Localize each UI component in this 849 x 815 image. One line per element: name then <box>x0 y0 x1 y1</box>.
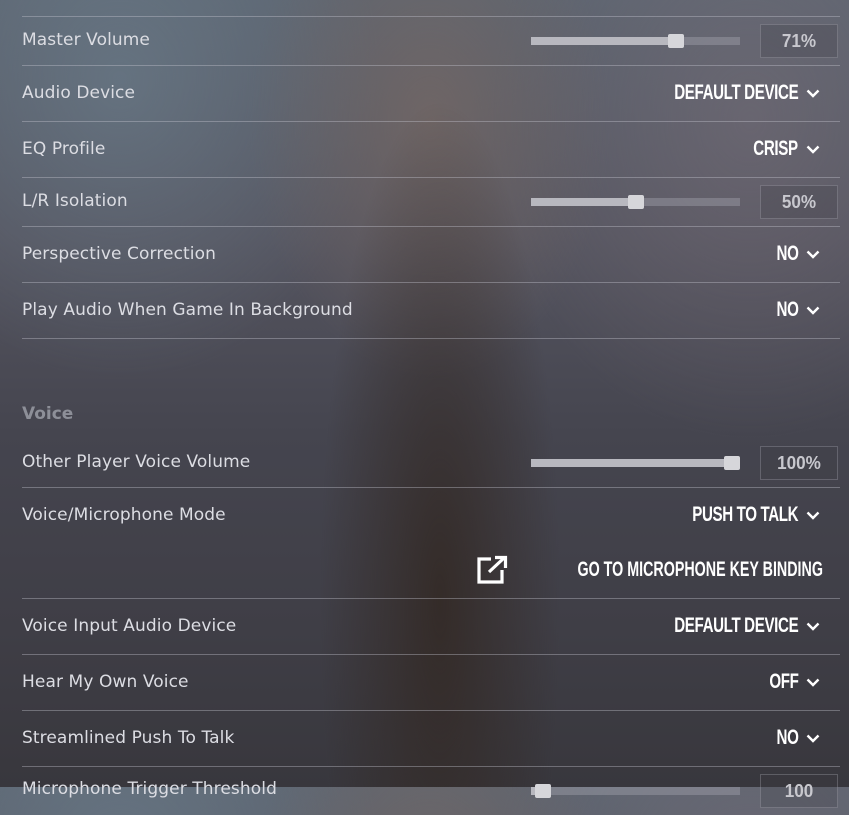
dropdown-value: DEFAULT DEVICE <box>673 81 798 104</box>
slider-handle[interactable] <box>668 34 685 48</box>
chevron-down-icon <box>806 250 820 259</box>
setting-label: EQ Profile <box>22 139 106 159</box>
dropdown-value: DEFAULT DEVICE <box>673 614 798 637</box>
setting-label: Perspective Correction <box>22 244 217 264</box>
setting-row-perspective-correction: Perspective Correction NO <box>22 226 840 282</box>
dropdown-value: NO <box>776 298 798 321</box>
setting-row-hear-own-voice: Hear My Own Voice OFF <box>22 654 840 710</box>
value-text: 100% <box>777 452 821 473</box>
setting-label: Hear My Own Voice <box>22 672 189 692</box>
dropdown-value: NO <box>776 242 798 265</box>
setting-row-other-player-volume: Other Player Voice Volume 100% <box>22 438 840 487</box>
section-title-voice: Voice <box>22 404 74 424</box>
setting-label: Audio Device <box>22 83 136 103</box>
perspective-correction-dropdown[interactable]: NO <box>768 242 821 266</box>
setting-row-eq-profile: EQ Profile CRISP <box>22 121 840 177</box>
other-player-volume-slider[interactable] <box>531 456 740 470</box>
setting-row-play-in-background: Play Audio When Game In Background NO <box>22 282 840 338</box>
setting-label: Master Volume <box>22 30 150 50</box>
mic-trigger-threshold-slider[interactable] <box>531 784 740 798</box>
other-player-volume-value[interactable]: 100% <box>760 446 838 480</box>
setting-label: Play Audio When Game In Background <box>22 300 353 320</box>
link-label: GO TO MICROPHONE KEY BINDING <box>577 558 823 581</box>
setting-row-audio-device: Audio Device DEFAULT DEVICE <box>22 65 840 121</box>
slider-track <box>531 787 740 795</box>
value-text: 100 <box>784 780 814 801</box>
slider-fill <box>531 459 732 467</box>
setting-label: Voice/Microphone Mode <box>22 505 226 525</box>
slider-handle[interactable] <box>724 456 740 470</box>
mic-trigger-threshold-value[interactable]: 100 <box>760 774 838 808</box>
slider-handle[interactable] <box>534 784 551 798</box>
chevron-down-icon <box>806 145 820 154</box>
play-in-background-dropdown[interactable]: NO <box>768 298 821 322</box>
slider-fill <box>531 198 636 206</box>
chevron-down-icon <box>806 622 820 631</box>
value-text: 50% <box>781 191 817 212</box>
setting-label: Other Player Voice Volume <box>22 452 251 472</box>
setting-label: L/R Isolation <box>22 191 128 211</box>
external-link-icon <box>477 555 508 584</box>
chevron-down-icon <box>806 678 820 687</box>
chevron-down-icon <box>806 734 820 743</box>
dropdown-value: OFF <box>768 670 799 693</box>
setting-row-lr-isolation: L/R Isolation 50% <box>22 177 840 226</box>
divider <box>22 338 840 339</box>
setting-row-streamlined-ptt: Streamlined Push To Talk NO <box>22 710 840 766</box>
master-volume-slider[interactable] <box>531 34 740 48</box>
mic-mode-dropdown[interactable]: PUSH TO TALK <box>651 503 820 527</box>
audio-settings-panel: Master Volume 71% Audio Device DEFAULT D… <box>22 0 840 808</box>
lr-isolation-slider[interactable] <box>531 195 740 209</box>
chevron-down-icon <box>806 306 820 315</box>
setting-label: Voice Input Audio Device <box>22 616 237 636</box>
lr-isolation-value[interactable]: 50% <box>760 185 838 219</box>
setting-row-mic-mode: Voice/Microphone Mode PUSH TO TALK GO TO… <box>22 487 840 598</box>
slider-handle[interactable] <box>627 195 644 209</box>
dropdown-value: CRISP <box>753 137 799 160</box>
chevron-down-icon <box>806 89 820 98</box>
setting-label: Microphone Trigger Threshold <box>22 779 277 799</box>
audio-device-dropdown[interactable]: DEFAULT DEVICE <box>626 81 820 105</box>
eq-profile-dropdown[interactable]: CRISP <box>736 137 820 161</box>
master-volume-value[interactable]: 71% <box>760 24 838 58</box>
streamlined-ptt-dropdown[interactable]: NO <box>768 726 821 750</box>
setting-row-input-device: Voice Input Audio Device DEFAULT DEVICE <box>22 598 840 654</box>
dropdown-value: NO <box>776 726 798 749</box>
setting-row-mic-trigger-threshold: Microphone Trigger Threshold 100 <box>22 766 840 815</box>
input-device-dropdown[interactable]: DEFAULT DEVICE <box>626 614 820 638</box>
setting-label: Streamlined Push To Talk <box>22 728 235 748</box>
setting-row-master-volume: Master Volume 71% <box>22 16 840 65</box>
value-text: 71% <box>781 30 817 51</box>
dropdown-value: PUSH TO TALK <box>691 503 798 526</box>
microphone-key-binding-link[interactable]: GO TO MICROPHONE KEY BINDING <box>476 555 823 585</box>
hear-own-voice-dropdown[interactable]: OFF <box>758 670 821 694</box>
chevron-down-icon <box>806 511 820 520</box>
slider-fill <box>531 37 677 45</box>
